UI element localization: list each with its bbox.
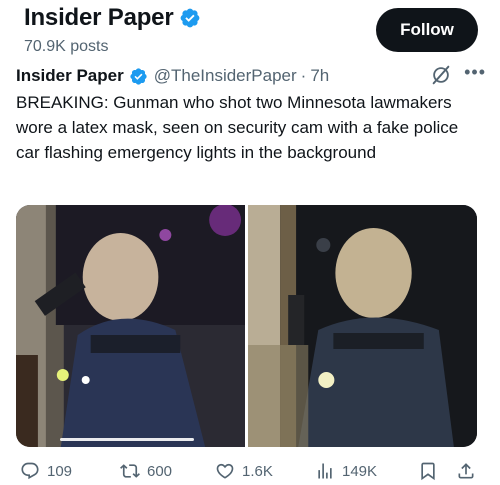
- tweet-handle[interactable]: @TheInsiderPaper: [154, 66, 297, 86]
- verified-badge-icon: [130, 67, 147, 85]
- reply-icon: [21, 462, 39, 480]
- reply-count: 109: [47, 462, 73, 480]
- media-image-left[interactable]: [16, 205, 245, 447]
- tweet-action-bar: 109 600 1.6K 149K: [16, 458, 480, 484]
- profile-header: Insider Paper 70.9K posts Follow: [0, 0, 500, 60]
- tweet-time[interactable]: 7h: [310, 66, 329, 86]
- views-button[interactable]: 149K: [315, 461, 377, 481]
- retweet-icon: [120, 464, 140, 478]
- views-count: 149K: [342, 462, 378, 480]
- more-icon[interactable]: •••: [464, 63, 486, 81]
- share-button[interactable]: [456, 461, 483, 481]
- post-count: 70.9K posts: [24, 38, 109, 55]
- views-icon: [318, 463, 332, 479]
- tweet-header: Insider Paper @TheInsiderPaper · 7h •••: [16, 63, 486, 88]
- like-count: 1.6K: [242, 462, 273, 480]
- media-image-right[interactable]: [248, 205, 477, 447]
- heart-icon: [216, 463, 234, 479]
- bookmark-button[interactable]: [418, 461, 445, 481]
- retweet-button[interactable]: 600: [120, 461, 172, 481]
- profile-name[interactable]: Insider Paper: [24, 4, 201, 32]
- follow-button[interactable]: Follow: [376, 8, 478, 52]
- video-progress-bar[interactable]: [60, 438, 194, 441]
- like-button[interactable]: 1.6K: [215, 461, 273, 481]
- tweet-author-name[interactable]: Insider Paper: [16, 66, 124, 86]
- tweet-text: BREAKING: Gunman who shot two Minnesota …: [16, 93, 459, 162]
- tweet-separator: ·: [300, 66, 307, 85]
- bookmark-icon: [421, 462, 435, 481]
- share-icon: [458, 463, 474, 479]
- retweet-count: 600: [147, 462, 173, 480]
- verified-badge-icon: [181, 8, 200, 28]
- profile-name-text: Insider Paper: [24, 4, 174, 31]
- reply-button[interactable]: 109: [20, 461, 72, 481]
- tweet-header-icons: •••: [430, 63, 486, 86]
- tweet-media[interactable]: [16, 205, 477, 447]
- grok-icon[interactable]: [430, 64, 452, 86]
